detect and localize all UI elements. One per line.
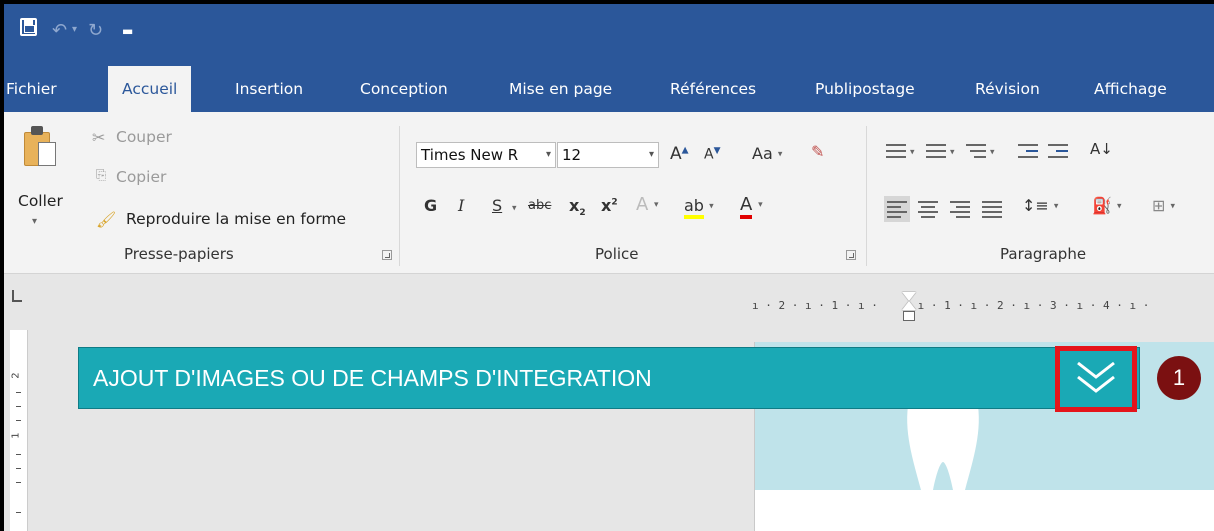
copy-button[interactable]: Copier <box>116 168 166 186</box>
underline-dropdown-icon[interactable]: ▾ <box>512 198 517 217</box>
vertical-ruler-label: 2 <box>10 372 22 379</box>
ribbon-tabs: Fichier Accueil Insertion Conception Mis… <box>4 66 1214 112</box>
paragraph-group-label: Paragraphe <box>1000 245 1087 263</box>
tab-publipostage[interactable]: Publipostage <box>815 66 915 112</box>
group-separator <box>399 126 400 266</box>
tab-accueil[interactable]: Accueil <box>108 66 192 112</box>
font-size-combo[interactable]: 12 ▾ <box>557 142 659 168</box>
chevron-down-icon: ▾ <box>545 149 551 160</box>
increase-indent-icon[interactable] <box>1048 142 1070 160</box>
tab-fichier[interactable]: Fichier <box>6 66 57 112</box>
banner-title: AJOUT D'IMAGES OU DE CHAMPS D'INTEGRATIO… <box>93 365 652 391</box>
tab-affichage[interactable]: Affichage <box>1094 66 1167 112</box>
font-launcher-icon[interactable] <box>846 250 856 260</box>
clipboard-group-label: Presse-papiers <box>124 245 234 263</box>
font-group-label: Police <box>595 245 639 263</box>
expand-button[interactable] <box>1055 346 1137 412</box>
vertical-ruler-label: 1 <box>10 432 22 439</box>
font-size-value: 12 <box>562 146 582 164</box>
tab-insertion[interactable]: Insertion <box>235 66 303 112</box>
sort-icon[interactable]: A↓ <box>1090 140 1113 158</box>
align-center-icon[interactable] <box>918 200 940 218</box>
shading-icon[interactable]: ⛽ ▾ <box>1092 196 1122 215</box>
italic-button[interactable]: I <box>458 196 464 215</box>
document-header-text: CABINE <box>1080 490 1209 526</box>
customize-toolbar-icon[interactable]: ▬ <box>122 24 133 38</box>
ribbon-home: Coller ▾ ✂ Couper ⎘ Copier 🖌 Reproduire … <box>4 112 1214 274</box>
format-painter-button[interactable]: Reproduire la mise en forme <box>126 210 346 228</box>
paste-icon[interactable] <box>24 126 58 166</box>
title-bar: ↶ ▾ ↻ ▬ <box>4 4 1214 66</box>
paste-dropdown-icon[interactable]: ▾ <box>32 216 37 227</box>
tab-revision[interactable]: Révision <box>975 66 1040 112</box>
align-left-icon[interactable] <box>884 196 910 222</box>
numbering-icon[interactable] <box>926 142 948 160</box>
clear-formatting-icon[interactable]: ✎ <box>811 142 824 161</box>
tab-mise-en-page[interactable]: Mise en page <box>509 66 612 112</box>
tab-selector-icon[interactable] <box>12 290 22 302</box>
step-number-badge: 1 <box>1157 356 1201 400</box>
change-case-label: Aa <box>752 144 773 163</box>
line-spacing-icon[interactable]: ↕≡ ▾ <box>1022 196 1058 215</box>
change-case-button[interactable]: Aa ▾ <box>752 144 782 163</box>
cut-button[interactable]: Couper <box>116 128 172 146</box>
copy-icon: ⎘ <box>96 168 107 183</box>
scissors-icon: ✂ <box>92 128 106 147</box>
align-right-icon[interactable] <box>950 200 972 218</box>
justify-icon[interactable] <box>982 200 1004 218</box>
grow-font-icon[interactable]: A▲ <box>670 144 689 164</box>
word-window: ↶ ▾ ↻ ▬ Fichier Accueil Insertion Concep… <box>0 0 1214 531</box>
tab-conception[interactable]: Conception <box>360 66 448 112</box>
redo-icon[interactable]: ↻ <box>88 20 103 41</box>
subscript-icon[interactable]: x2 <box>569 196 586 218</box>
font-name-value: Times New R <box>421 146 519 164</box>
ruler-marks-right: · ı · 1 · ı · 2 · ı · 3 · ı · 4 · ı · <box>904 299 1150 312</box>
underline-button[interactable]: S <box>492 196 502 215</box>
paste-button[interactable]: Coller <box>18 192 63 210</box>
double-chevron-down-icon <box>1077 361 1115 393</box>
highlight-color-icon[interactable]: ab ▾ <box>684 196 714 219</box>
font-color-icon[interactable]: A ▾ <box>740 194 763 219</box>
group-separator <box>866 126 867 266</box>
chevron-down-icon: ▾ <box>648 149 654 160</box>
horizontal-ruler[interactable]: ı · 2 · ı · 1 · ı · · ı · 1 · ı · 2 · ı … <box>752 298 1214 314</box>
decrease-indent-icon[interactable] <box>1018 142 1040 160</box>
save-icon[interactable] <box>20 18 37 36</box>
tab-references[interactable]: Références <box>670 66 756 112</box>
ruler-marks-left: ı · 2 · ı · 1 · ı · <box>752 299 885 312</box>
section-banner[interactable]: AJOUT D'IMAGES OU DE CHAMPS D'INTEGRATIO… <box>78 346 1140 412</box>
shrink-font-icon[interactable]: A▼ <box>704 146 721 163</box>
format-painter-icon: 🖌 <box>96 210 117 229</box>
superscript-icon[interactable]: x2 <box>601 196 618 215</box>
numbering-dropdown-icon[interactable]: ▾ <box>950 142 955 161</box>
bullets-dropdown-icon[interactable]: ▾ <box>910 142 915 161</box>
borders-icon[interactable]: ⊞ ▾ <box>1152 196 1175 215</box>
text-effects-icon[interactable]: A ▾ <box>636 194 659 215</box>
multilevel-list-icon[interactable] <box>966 142 988 160</box>
undo-icon[interactable]: ↶ <box>52 20 67 41</box>
font-name-combo[interactable]: Times New R ▾ <box>416 142 556 168</box>
indent-marker-icon[interactable] <box>902 292 916 324</box>
strikethrough-button[interactable]: abc <box>528 198 551 213</box>
bold-button[interactable]: G <box>424 196 437 215</box>
bullets-icon[interactable] <box>886 142 908 160</box>
clipboard-launcher-icon[interactable] <box>382 250 392 260</box>
tooth-icon <box>907 400 979 490</box>
multilevel-dropdown-icon[interactable]: ▾ <box>990 142 995 161</box>
undo-dropdown-icon[interactable]: ▾ <box>72 24 77 35</box>
vertical-ruler[interactable]: 2 1 <box>10 330 28 531</box>
